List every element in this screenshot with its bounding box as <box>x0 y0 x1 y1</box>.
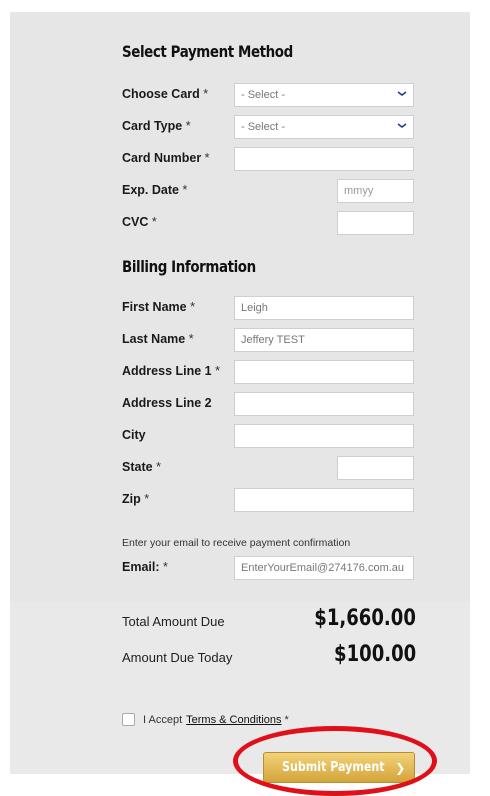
terms-link[interactable]: Terms & Conditions <box>186 714 281 726</box>
choose-card-select[interactable]: - Select - <box>234 83 414 107</box>
cvc-row: CVC * <box>122 211 414 235</box>
address1-label: Address Line 1 <box>122 364 212 378</box>
total-amount-label: Total Amount Due <box>122 614 225 629</box>
last-name-row: Last Name * Jeffery TEST <box>122 328 414 352</box>
required-marker: * <box>190 300 195 314</box>
state-label: State <box>122 460 153 474</box>
email-input[interactable]: EnterYourEmail@274176.com.au <box>234 556 414 580</box>
first-name-input[interactable]: Leigh <box>234 296 414 320</box>
cvc-label: CVC <box>122 215 149 229</box>
card-number-row: Card Number * <box>122 147 414 171</box>
required-marker: * <box>185 119 191 133</box>
last-name-label: Last Name <box>122 332 186 346</box>
required-marker: * <box>204 151 210 165</box>
address1-input[interactable] <box>234 360 414 384</box>
address2-input[interactable] <box>234 392 414 416</box>
card-type-label: Card Type <box>122 119 183 133</box>
exp-date-row: Exp. Date * mmyy <box>122 179 414 203</box>
card-type-row: Card Type * - Select - <box>122 115 414 139</box>
terms-checkbox[interactable] <box>122 713 135 726</box>
city-label: City <box>122 428 146 442</box>
submit-payment-label: Submit Payment <box>281 760 385 775</box>
address1-row: Address Line 1 * <box>122 360 414 384</box>
email-note: Enter your email to receive payment conf… <box>122 537 351 549</box>
exp-date-input[interactable]: mmyy <box>337 179 414 203</box>
email-row: Email: * EnterYourEmail@274176.com.au <box>122 556 414 580</box>
required-marker: * <box>151 215 157 229</box>
required-marker: * <box>144 492 150 506</box>
first-name-row: First Name * Leigh <box>122 296 414 320</box>
terms-row: I Accept Terms & Conditions * <box>122 713 289 726</box>
payment-section-title: Select Payment Method <box>122 42 293 61</box>
choose-card-row: Choose Card * - Select - <box>122 83 414 107</box>
first-name-label: First Name <box>122 300 187 314</box>
zip-row: Zip * <box>122 488 414 512</box>
zip-label: Zip <box>122 492 141 506</box>
email-label: Email: <box>122 560 160 574</box>
city-row: City <box>122 424 414 448</box>
required-marker: * <box>188 332 194 346</box>
state-row: State * <box>122 456 414 480</box>
billing-section-title: Billing Information <box>122 257 256 276</box>
address2-row: Address Line 2 <box>122 392 414 416</box>
state-input[interactable] <box>337 456 414 480</box>
total-amount-value: $1,660.00 <box>314 606 416 631</box>
amount-due-today-value: $100.00 <box>333 642 416 667</box>
choose-card-label: Choose Card <box>122 87 200 101</box>
choose-card-value: - Select - <box>241 89 286 101</box>
card-type-value: - Select - <box>241 121 286 133</box>
card-number-input[interactable] <box>234 147 414 171</box>
chevron-right-icon: ❯ <box>395 760 406 775</box>
last-name-input[interactable]: Jeffery TEST <box>234 328 414 352</box>
required-marker: * <box>215 364 220 378</box>
required-marker: * <box>156 460 161 474</box>
exp-date-label: Exp. Date <box>122 183 179 197</box>
cvc-input[interactable] <box>337 211 414 235</box>
terms-required-marker: * <box>284 713 289 726</box>
city-input[interactable] <box>234 424 414 448</box>
chevron-down-icon <box>397 91 407 96</box>
chevron-down-icon <box>397 123 407 128</box>
zip-input[interactable] <box>234 488 414 512</box>
amount-due-today-label: Amount Due Today <box>122 650 233 665</box>
card-type-select[interactable]: - Select - <box>234 115 414 139</box>
submit-payment-button[interactable]: Submit Payment ❯ <box>263 752 415 783</box>
terms-prefix: I Accept <box>143 713 183 726</box>
required-marker: * <box>163 560 168 574</box>
address2-label: Address Line 2 <box>122 396 212 410</box>
required-marker: * <box>182 183 188 197</box>
required-marker: * <box>203 87 209 101</box>
card-number-label: Card Number <box>122 151 202 165</box>
